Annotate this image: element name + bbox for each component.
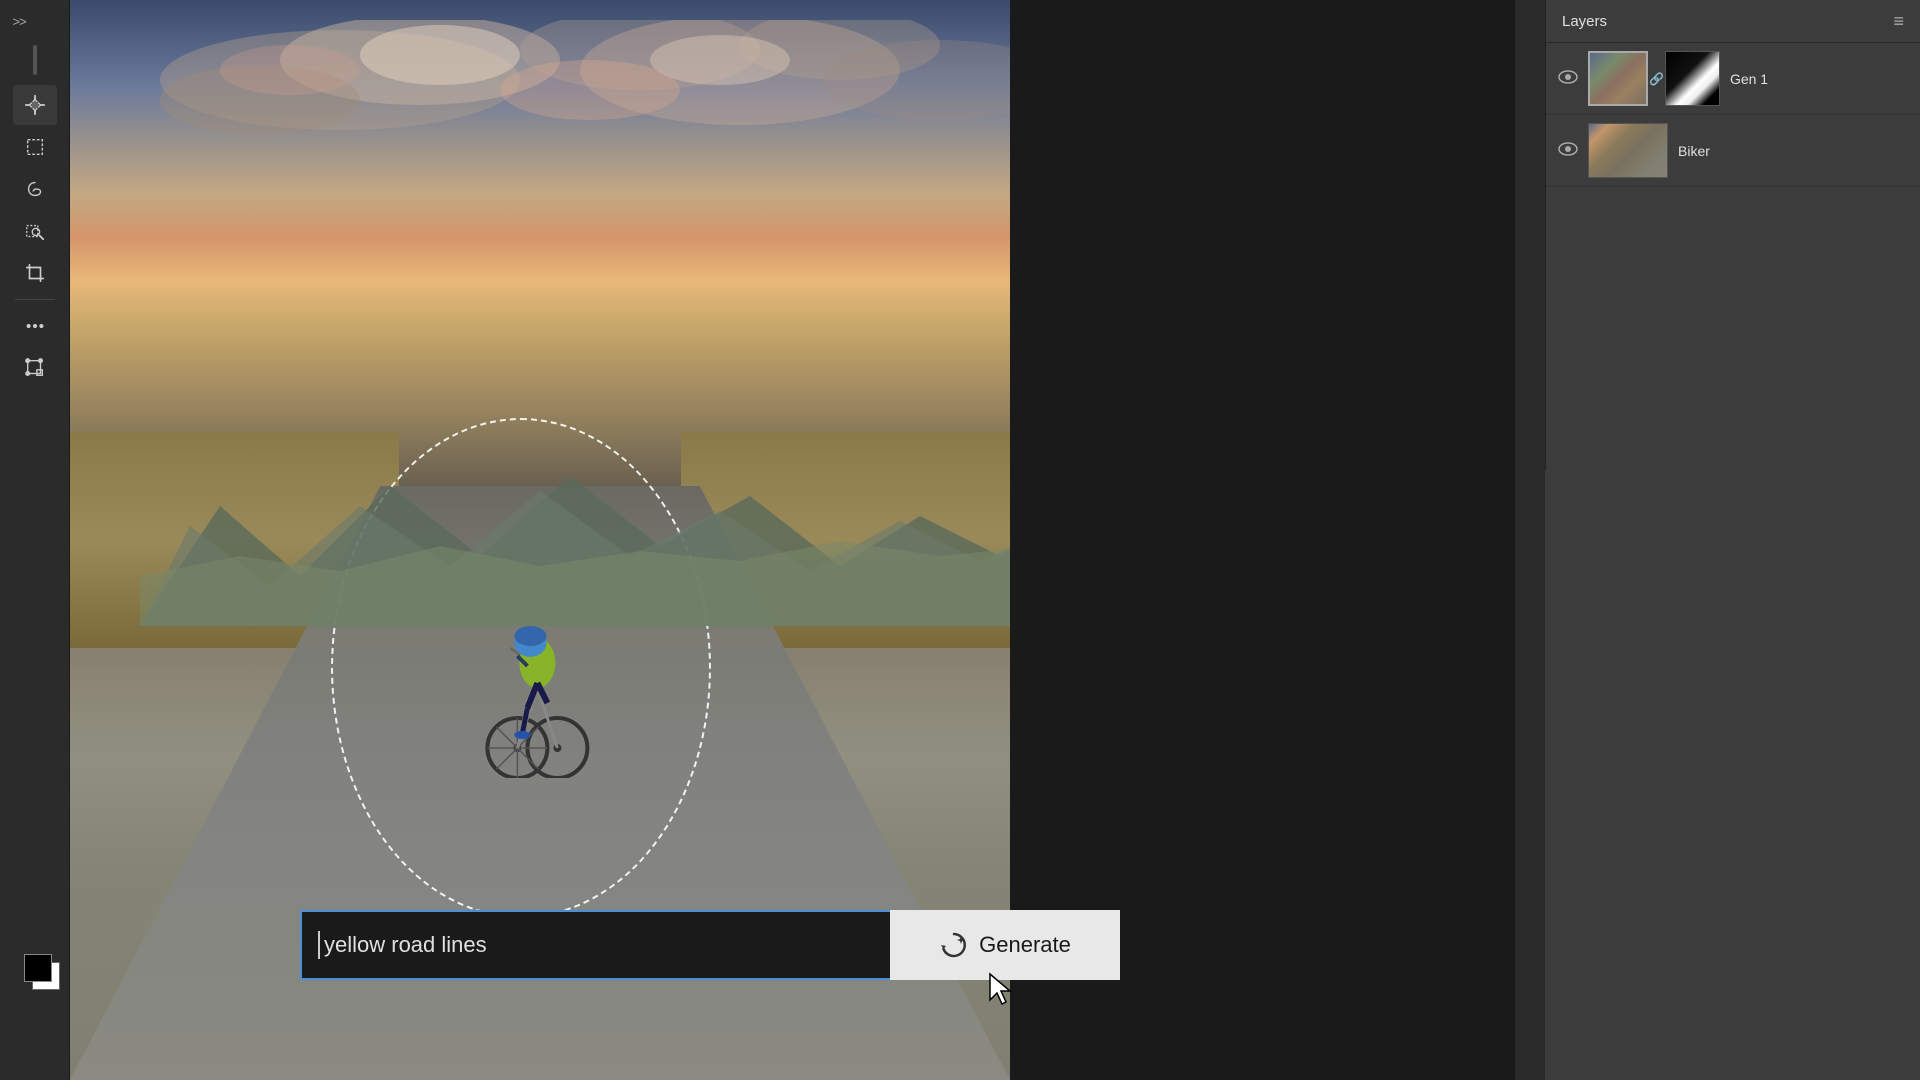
prompt-input-wrapper[interactable] — [300, 910, 890, 980]
text-cursor — [318, 931, 320, 959]
object-selection-icon — [24, 220, 46, 242]
generate-label: Generate — [979, 932, 1071, 958]
gen1-layer-thumb — [1588, 51, 1648, 106]
layer-visibility-gen1[interactable] — [1558, 68, 1578, 89]
gen1-thumbnail-group: 🔗 — [1588, 51, 1720, 106]
move-tool[interactable] — [13, 85, 57, 125]
clouds-svg — [140, 20, 1010, 220]
left-toolbar: >> — [0, 0, 70, 1080]
layer-item-gen1[interactable]: 🔗 Gen 1 — [1546, 43, 1920, 115]
layer-name-gen1: Gen 1 — [1730, 71, 1908, 87]
eye-icon-biker — [1558, 142, 1578, 156]
scroll-indicator — [33, 45, 37, 75]
toolbar-toggle-label: >> — [13, 14, 26, 29]
gen1-mask-thumb — [1665, 51, 1720, 106]
generation-bar: Generate — [300, 910, 1120, 980]
layers-menu-icon[interactable]: ≡ — [1893, 12, 1904, 30]
more-tools-icon — [24, 315, 46, 337]
layers-header: Layers ≡ — [1546, 0, 1920, 43]
object-selection-tool[interactable] — [13, 211, 57, 251]
crop-tool[interactable] — [13, 253, 57, 293]
layers-panel: Layers ≡ 🔗 Gen 1 Biker — [1545, 0, 1920, 470]
mouse-cursor — [988, 972, 1018, 1002]
far-right-strip — [1515, 0, 1545, 1080]
toolbar-toggle[interactable]: >> — [5, 10, 65, 33]
biker-figure — [472, 518, 602, 778]
marquee-icon — [24, 136, 46, 158]
lasso-tool[interactable] — [13, 169, 57, 209]
layer-link-icon: 🔗 — [1649, 72, 1664, 86]
color-swatches[interactable] — [24, 954, 70, 1000]
transform-icon — [24, 357, 46, 379]
lasso-icon — [24, 178, 46, 200]
eye-icon-gen1 — [1558, 70, 1578, 84]
transform-tool[interactable] — [13, 348, 57, 388]
marquee-tool[interactable] — [13, 127, 57, 167]
layer-visibility-biker[interactable] — [1558, 140, 1578, 161]
move-icon — [24, 94, 46, 116]
layers-panel-title: Layers — [1562, 13, 1607, 30]
crop-icon — [24, 262, 46, 284]
tool-separator-1 — [15, 299, 55, 300]
generate-sparkle-icon — [939, 930, 969, 960]
biker-layer-thumb — [1588, 123, 1668, 178]
more-tools[interactable] — [13, 306, 57, 346]
generate-button[interactable]: Generate — [890, 910, 1120, 980]
layer-item-biker[interactable]: Biker — [1546, 115, 1920, 187]
foreground-color-swatch[interactable] — [24, 954, 52, 982]
prompt-text-input[interactable] — [324, 932, 874, 958]
layer-name-biker: Biker — [1678, 143, 1908, 159]
